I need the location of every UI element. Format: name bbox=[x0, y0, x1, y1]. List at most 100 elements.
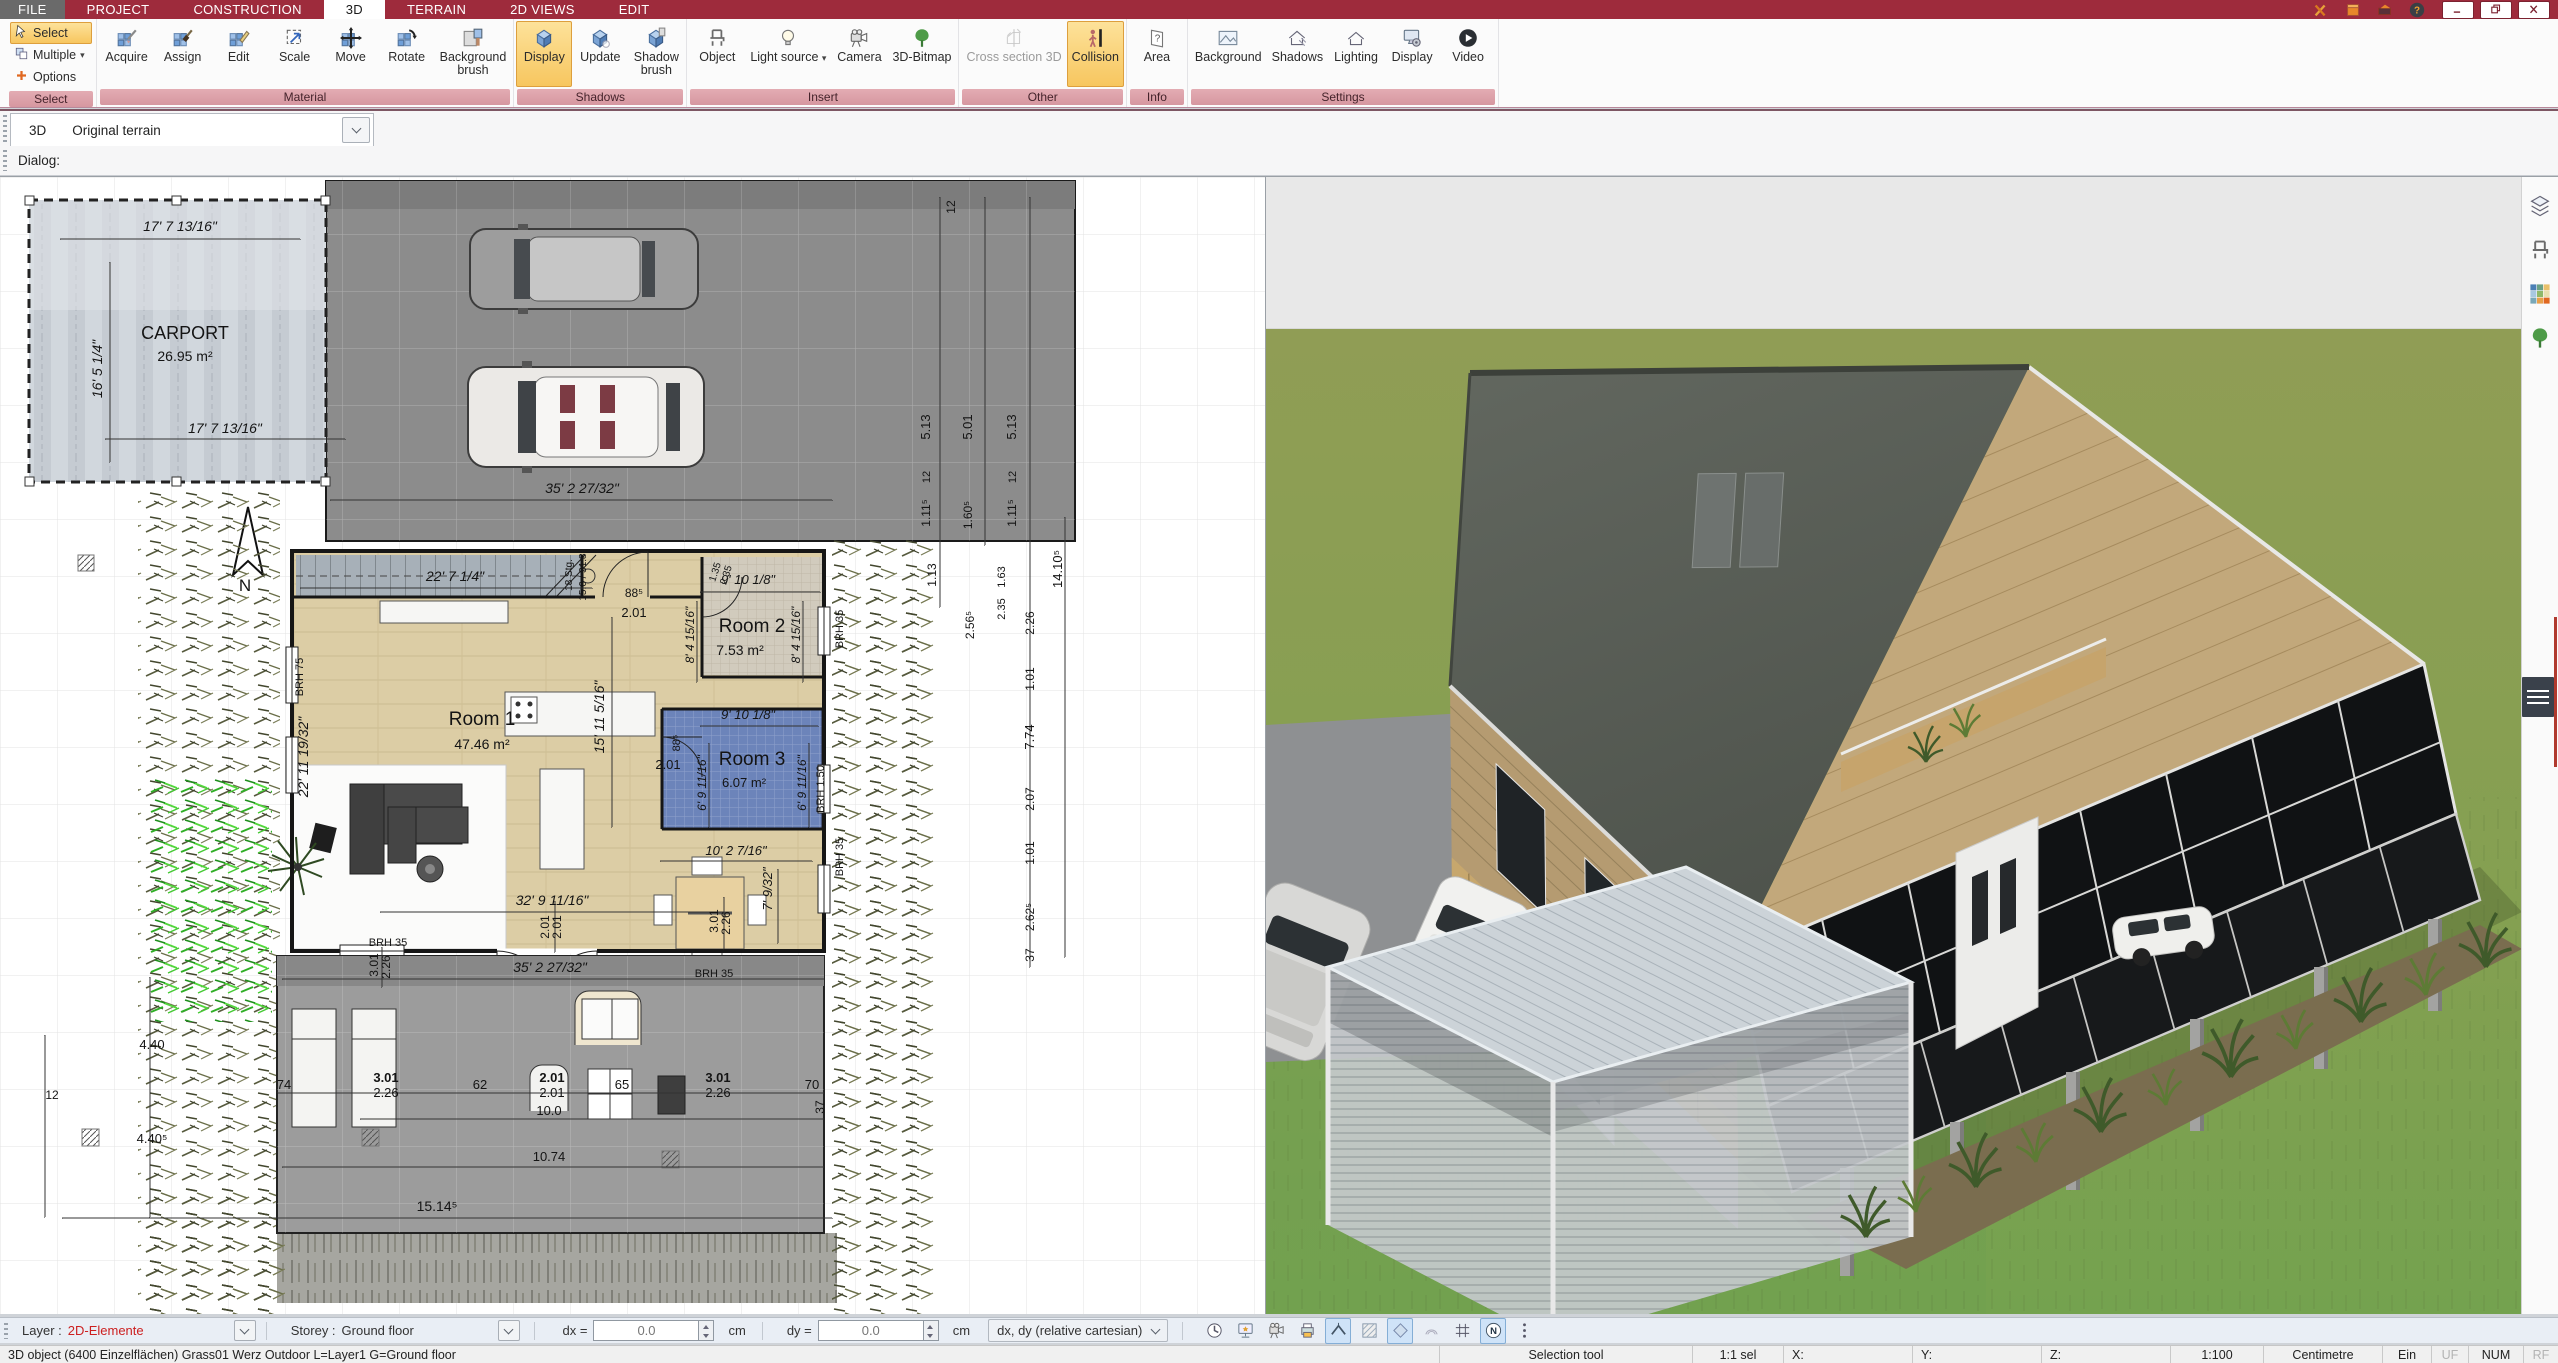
ribbon-button-3d-bitmap[interactable]: 3D-Bitmap bbox=[887, 21, 956, 87]
furniture-icon[interactable] bbox=[2527, 237, 2553, 263]
restore-button[interactable] bbox=[2480, 1, 2512, 19]
layer-select-value[interactable]: 2D-Elemente bbox=[68, 1323, 228, 1338]
render-3d-view[interactable] bbox=[1265, 177, 2521, 1314]
ribbon-button-collision[interactable]: Collision bbox=[1067, 21, 1124, 87]
help-icon[interactable]: ? bbox=[2406, 1, 2428, 18]
status-flag-ein: Ein bbox=[2382, 1346, 2431, 1363]
tab-construction[interactable]: CONSTRUCTION bbox=[171, 0, 323, 19]
splitter-handle[interactable] bbox=[2522, 677, 2554, 717]
plan-label: 6.07 m² bbox=[722, 775, 767, 790]
car-top-view[interactable] bbox=[470, 224, 698, 314]
ribbon-button-area[interactable]: ?Area bbox=[1129, 21, 1185, 87]
coordinate-mode-select[interactable]: dx, dy (relative cartesian) bbox=[988, 1319, 1168, 1342]
print-view-icon[interactable] bbox=[1294, 1318, 1320, 1344]
package-icon[interactable] bbox=[2342, 1, 2364, 18]
plan-label: 2.26 bbox=[705, 1085, 730, 1100]
ribbon-button-edit[interactable]: Edit bbox=[211, 21, 267, 87]
tab-edit[interactable]: EDIT bbox=[597, 0, 672, 19]
toolbar-grip[interactable] bbox=[4, 1323, 8, 1339]
ribbon-button-lighting[interactable]: Lighting bbox=[1328, 21, 1384, 87]
tab-3d[interactable]: 3D bbox=[324, 0, 385, 19]
plants-icon[interactable] bbox=[2527, 325, 2553, 351]
layer-label: Layer : bbox=[22, 1323, 62, 1338]
tab-file[interactable]: FILE bbox=[0, 0, 65, 19]
ribbon-group-label: Material bbox=[100, 89, 511, 105]
ribbon-button-shadows[interactable]: Shadows bbox=[1267, 21, 1328, 87]
ribbon-button-object[interactable]: Object bbox=[689, 21, 745, 87]
plan-label: 2.26 bbox=[373, 1085, 398, 1100]
ribbon-button-assign[interactable]: Assign bbox=[155, 21, 211, 87]
ribbon-button-move[interactable]: Move bbox=[323, 21, 379, 87]
dy-input[interactable]: 0.0 bbox=[818, 1320, 924, 1341]
status-x: X: bbox=[1783, 1346, 1912, 1363]
plan-label: 5.13 bbox=[918, 414, 933, 439]
tab-project[interactable]: PROJECT bbox=[65, 0, 172, 19]
export-icon[interactable] bbox=[2374, 1, 2396, 18]
screen-capture-icon[interactable] bbox=[1232, 1318, 1258, 1344]
status-bar: 3D object (6400 Einzelflächen) Grass01 W… bbox=[0, 1345, 2558, 1363]
layers-icon[interactable] bbox=[2527, 193, 2553, 219]
chevron-down-icon[interactable]: ▾ bbox=[822, 53, 827, 63]
toolbar-grip[interactable] bbox=[3, 115, 7, 142]
layer-dropdown-button[interactable] bbox=[234, 1320, 256, 1341]
ribbon-button-display[interactable]: Display bbox=[516, 21, 572, 87]
plan-label: 17' 7 13/16" bbox=[143, 218, 218, 234]
plan-label: 37 bbox=[813, 1100, 827, 1114]
area-icon: ? bbox=[1146, 25, 1168, 51]
ribbon-button-multiple[interactable]: Multiple▾ bbox=[10, 44, 92, 66]
svg-text:?: ? bbox=[1155, 33, 1161, 44]
plan-label: 16' 5 1/4" bbox=[89, 339, 105, 398]
plan-label: 1.01 bbox=[1023, 667, 1037, 691]
contours-icon[interactable] bbox=[1418, 1318, 1444, 1344]
hatching-icon[interactable] bbox=[1356, 1318, 1382, 1344]
storey-select-value[interactable]: Ground floor bbox=[342, 1323, 492, 1338]
dy-spinner[interactable] bbox=[924, 1320, 939, 1341]
ribbon-button-camera[interactable]: Camera bbox=[831, 21, 887, 87]
terrain-view-selector[interactable]: 3D Original terrain bbox=[10, 113, 374, 147]
tools-icon[interactable] bbox=[2310, 1, 2332, 18]
ribbon-button-acquire[interactable]: Acquire bbox=[99, 21, 155, 87]
move-icon bbox=[340, 25, 362, 51]
cross-section-3d-icon bbox=[1003, 25, 1025, 51]
ribbon-button-light-source[interactable]: Light source ▾ bbox=[745, 21, 831, 87]
ribbon-button-select[interactable]: Select bbox=[10, 22, 92, 44]
tab-terrain[interactable]: TERRAIN bbox=[385, 0, 488, 19]
titlebar: FILEPROJECTCONSTRUCTION3DTERRAIN2D VIEWS… bbox=[0, 0, 2558, 19]
grid-icon[interactable] bbox=[1449, 1318, 1475, 1344]
north-icon[interactable]: N bbox=[1480, 1318, 1506, 1344]
toolbar-grip[interactable] bbox=[3, 150, 7, 171]
dx-input[interactable]: 0.0 bbox=[593, 1320, 699, 1341]
plan-2d-view[interactable]: 17' 7 13/16"16' 5 1/4"CARPORT26.95 m²17'… bbox=[0, 177, 1265, 1314]
ribbon-button-background-brush[interactable]: Background brush bbox=[435, 21, 512, 87]
dx-spinner[interactable] bbox=[699, 1320, 714, 1341]
materials-icon[interactable] bbox=[2527, 281, 2553, 307]
ribbon-button-rotate[interactable]: Rotate bbox=[379, 21, 435, 87]
plan-driveway[interactable] bbox=[326, 181, 1075, 541]
ribbon-button-shadow-brush[interactable]: Shadow brush bbox=[628, 21, 684, 87]
ribbon-button-display[interactable]: Display bbox=[1384, 21, 1440, 87]
roof-icon[interactable] bbox=[1325, 1318, 1351, 1344]
storey-label: Storey : bbox=[291, 1323, 336, 1338]
tab-2d-views[interactable]: 2D VIEWS bbox=[488, 0, 597, 19]
chevron-down-icon[interactable] bbox=[342, 117, 370, 143]
ribbon-button-update[interactable]: Update bbox=[572, 21, 628, 87]
ribbon-button-background[interactable]: Background bbox=[1190, 21, 1267, 87]
ribbon-button-video[interactable]: Video bbox=[1440, 21, 1496, 87]
plan-label: 2.26 bbox=[719, 911, 733, 935]
shadows-icon bbox=[1286, 25, 1308, 51]
minimize-button[interactable] bbox=[2442, 1, 2474, 19]
chevron-down-icon[interactable]: ▾ bbox=[80, 50, 85, 61]
record-icon[interactable] bbox=[1263, 1318, 1289, 1344]
clock-icon[interactable] bbox=[1201, 1318, 1227, 1344]
plan-label: 22' 11 19/32" bbox=[295, 716, 311, 799]
3d-bitmap-icon bbox=[911, 25, 933, 51]
tiling-icon[interactable] bbox=[1387, 1318, 1413, 1344]
plan-label: 18 Stg. bbox=[564, 559, 575, 591]
close-button[interactable] bbox=[2518, 1, 2550, 19]
storey-dropdown-button[interactable] bbox=[498, 1320, 520, 1341]
car-top-view[interactable] bbox=[468, 361, 704, 473]
ribbon-button-options[interactable]: Options bbox=[10, 66, 92, 88]
ribbon-button-cross-section-3d: Cross section 3D bbox=[961, 21, 1066, 87]
more-icon[interactable] bbox=[1511, 1318, 1537, 1344]
ribbon-button-scale[interactable]: Scale bbox=[267, 21, 323, 87]
